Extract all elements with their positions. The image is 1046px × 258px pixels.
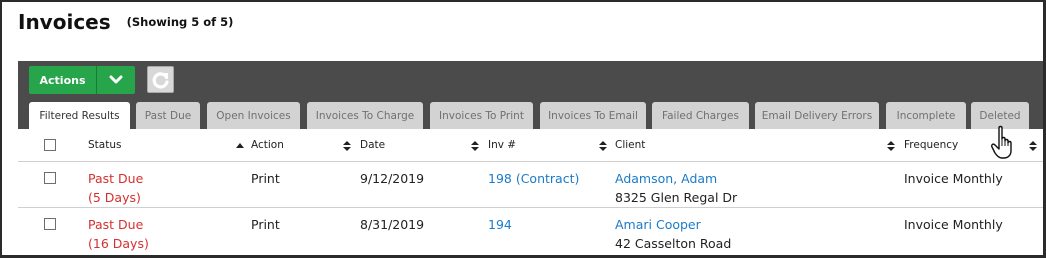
table-row: Past Due (5 Days) Print 9/12/2019 198 (C… <box>18 162 1043 208</box>
client-cell: Amari Cooper 42 Casselton Road <box>615 215 731 253</box>
column-header-frequency[interactable]: Frequency <box>904 139 958 151</box>
status-detail: (16 Days) <box>88 236 149 251</box>
tab-invoices-to-email[interactable]: Invoices To Email <box>540 102 646 129</box>
status-text: Past Due <box>88 171 144 186</box>
column-header-action[interactable]: Action <box>251 139 284 151</box>
refresh-button[interactable] <box>147 66 174 93</box>
row-checkbox[interactable] <box>44 218 56 230</box>
toolbar: Actions <box>18 61 1043 99</box>
invoices-window: Invoices (Showing 5 of 5) Actions Filter… <box>0 0 1046 258</box>
action-cell: Print <box>251 217 280 232</box>
sort-icon[interactable] <box>343 140 351 152</box>
result-count: (Showing 5 of 5) <box>126 15 234 29</box>
actions-button[interactable]: Actions <box>29 66 97 94</box>
sort-icon[interactable] <box>887 140 895 152</box>
frequency-cell: Invoice Monthly <box>904 217 1003 232</box>
tab-invoices-to-print[interactable]: Invoices To Print <box>430 102 533 129</box>
sort-icon[interactable] <box>471 140 479 152</box>
hand-pointer-icon <box>991 125 1012 159</box>
refresh-icon <box>152 71 169 88</box>
table-row: Past Due (16 Days) Print 8/31/2019 194 A… <box>18 208 1043 254</box>
column-header-status[interactable]: Status <box>88 139 121 151</box>
tab-past-due[interactable]: Past Due <box>136 102 200 129</box>
tab-invoices-to-charge[interactable]: Invoices To Charge <box>307 102 423 129</box>
select-all-checkbox[interactable] <box>44 139 56 151</box>
date-cell: 8/31/2019 <box>360 217 425 232</box>
column-header-client[interactable]: Client <box>615 139 645 151</box>
client-link[interactable]: Adamson, Adam <box>615 169 737 188</box>
date-cell: 9/12/2019 <box>360 171 425 186</box>
page-title: Invoices <box>18 10 111 34</box>
status-cell: Past Due (16 Days) <box>88 215 149 253</box>
chevron-down-icon <box>109 75 123 84</box>
invoice-link[interactable]: 194 <box>488 215 512 234</box>
client-address: 42 Casselton Road <box>615 236 732 251</box>
invoice-link[interactable]: 198 (Contract) <box>488 169 579 188</box>
tab-filtered-results[interactable]: Filtered Results <box>29 102 130 129</box>
status-cell: Past Due (5 Days) <box>88 169 143 207</box>
frequency-cell: Invoice Monthly <box>904 171 1003 186</box>
row-checkbox[interactable] <box>44 172 56 184</box>
table-header: Status Action Date Inv # Client Frequenc… <box>18 131 1043 162</box>
status-detail: (5 Days) <box>88 190 141 205</box>
tab-open-invoices[interactable]: Open Invoices <box>207 102 300 129</box>
sort-icon[interactable] <box>1029 140 1037 152</box>
action-cell: Print <box>251 171 280 186</box>
column-header-invoice-number[interactable]: Inv # <box>488 139 516 151</box>
tab-failed-charges[interactable]: Failed Charges <box>652 102 749 129</box>
tab-email-delivery-errors[interactable]: Email Delivery Errors <box>755 102 879 129</box>
client-address: 8325 Glen Regal Dr <box>615 190 738 205</box>
status-text: Past Due <box>88 217 144 232</box>
tab-incomplete[interactable]: Incomplete <box>886 102 966 129</box>
sort-icon[interactable] <box>599 140 607 152</box>
client-cell: Adamson, Adam 8325 Glen Regal Dr <box>615 169 737 207</box>
sort-ascending-icon[interactable] <box>236 140 244 152</box>
actions-button-group: Actions <box>29 66 135 94</box>
column-header-date[interactable]: Date <box>360 139 385 151</box>
client-link[interactable]: Amari Cooper <box>615 215 731 234</box>
page-header: Invoices (Showing 5 of 5) <box>18 10 233 34</box>
actions-dropdown-toggle[interactable] <box>97 66 135 94</box>
